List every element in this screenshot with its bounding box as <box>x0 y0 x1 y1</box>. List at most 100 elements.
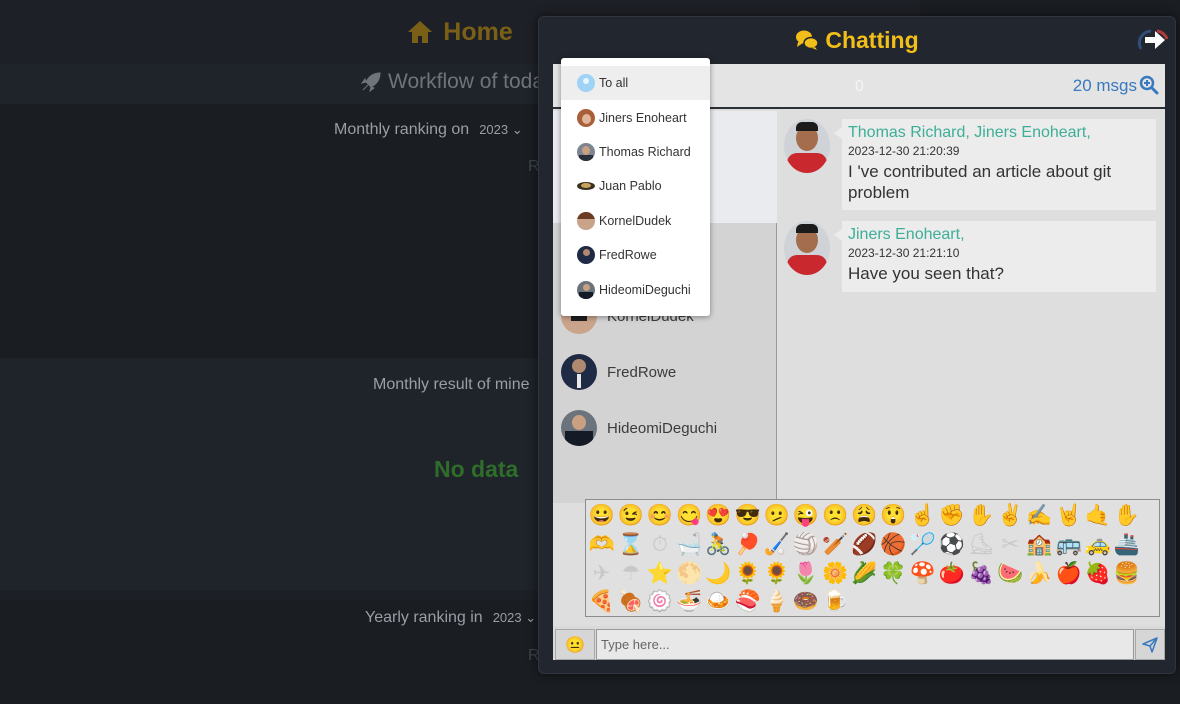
emoji-item[interactable]: ⌛ <box>616 531 645 560</box>
emoji-item[interactable]: 🌷 <box>791 560 820 589</box>
chat-bubbles-icon <box>796 30 820 50</box>
emoji-item[interactable]: 😩 <box>850 502 879 531</box>
emoji-item[interactable]: ⏱ <box>645 531 674 560</box>
emoji-item[interactable]: 🌼 <box>821 560 850 589</box>
emoji-item[interactable]: 🌕 <box>675 560 704 589</box>
emoji-item[interactable]: 🍕 <box>587 588 616 617</box>
emoji-item[interactable]: 🍀 <box>879 560 908 589</box>
emoji-item[interactable]: 🍅 <box>937 560 966 589</box>
message-time: 2023-12-30 21:21:10 <box>848 246 960 260</box>
emoji-item[interactable]: 🍄 <box>908 560 937 589</box>
emoji-item[interactable]: ☝ <box>908 502 937 531</box>
emoji-item[interactable]: ✋ <box>1112 502 1141 531</box>
dropdown-item-label: Thomas Richard <box>599 145 691 159</box>
emoji-item[interactable]: 🏸 <box>908 531 937 560</box>
close-arrow-icon[interactable] <box>1137 25 1171 55</box>
emoji-item[interactable]: 🍎 <box>1054 560 1083 589</box>
dropdown-item-juan-pablo[interactable]: Juan Pablo <box>561 169 710 203</box>
emoji-item[interactable]: 🌙 <box>704 560 733 589</box>
emoji-item[interactable]: 🏓 <box>733 531 762 560</box>
message-area: Thomas Richard, Jiners Enoheart, 2023-12… <box>778 111 1165 503</box>
message-input[interactable] <box>596 629 1134 660</box>
emoji-item[interactable]: 🍜 <box>675 588 704 617</box>
emoji-item[interactable]: 😍 <box>704 502 733 531</box>
send-button[interactable] <box>1135 629 1165 660</box>
emoji-item[interactable]: 🫶 <box>587 531 616 560</box>
emoji-item[interactable]: 😀 <box>587 502 616 531</box>
dropdown-item-thomas-richard[interactable]: Thomas Richard <box>561 135 710 169</box>
dropdown-item-hideomideguchi[interactable]: HideomiDeguchi <box>561 273 710 307</box>
emoji-item[interactable]: 🍖 <box>616 588 645 617</box>
emoji-item[interactable]: 🚴 <box>704 531 733 560</box>
zoom-in-icon[interactable] <box>1139 75 1159 95</box>
emoji-item[interactable]: 🍔 <box>1112 560 1141 589</box>
emoji-item[interactable]: 🍉 <box>996 560 1025 589</box>
emoji-item[interactable]: 😎 <box>733 502 762 531</box>
smiley-icon: 😐 <box>565 636 585 654</box>
avatar <box>577 109 595 127</box>
monthly-ranking-year-select[interactable]: 2023 ⌄ <box>479 122 522 138</box>
emoji-item[interactable]: 🏫 <box>1025 531 1054 560</box>
yearly-ranking-year-select[interactable]: 2023 ⌄ <box>493 610 536 626</box>
emoji-item[interactable]: ✊ <box>937 502 966 531</box>
emoji-item[interactable]: ✍ <box>1025 502 1054 531</box>
emoji-item[interactable]: ⛸ <box>966 531 995 560</box>
avatar <box>577 246 595 264</box>
emoji-item[interactable]: 🚢 <box>1112 531 1141 560</box>
dropdown-item-label: To all <box>599 76 629 90</box>
emoji-item[interactable]: 🙁 <box>821 502 850 531</box>
emoji-item[interactable]: 🤘 <box>1054 502 1083 531</box>
emoji-item[interactable]: ✌ <box>996 502 1025 531</box>
emoji-item[interactable]: 🚕 <box>1083 531 1112 560</box>
emoji-item[interactable]: ✂ <box>996 531 1025 560</box>
dropdown-item-label: FredRowe <box>599 248 657 262</box>
emoji-item[interactable]: 🚌 <box>1054 531 1083 560</box>
message-item: Thomas Richard, Jiners Enoheart, 2023-12… <box>784 119 1156 210</box>
emoji-item[interactable]: ⚽ <box>937 531 966 560</box>
no-data-text: No data <box>434 456 519 482</box>
emoji-item[interactable]: ✈ <box>587 560 616 589</box>
emoji-item[interactable]: ✋ <box>966 502 995 531</box>
message-recipients: Thomas Richard, Jiners Enoheart, <box>848 124 1091 141</box>
emoji-item[interactable]: 😊 <box>645 502 674 531</box>
emoji-item[interactable]: 🍓 <box>1083 560 1112 589</box>
dropdown-item-korneldudek[interactable]: KornelDudek <box>561 204 710 238</box>
emoji-item[interactable]: 🌻 <box>762 560 791 589</box>
dropdown-item-jiners-enoheart[interactable]: Jiners Enoheart <box>561 101 710 135</box>
emoji-item[interactable]: 🍣 <box>733 588 762 617</box>
emoji-item[interactable]: ☂ <box>616 560 645 589</box>
dropdown-item-fredrowe[interactable]: FredRowe <box>561 238 710 272</box>
emoji-item[interactable]: 🌽 <box>850 560 879 589</box>
home-title: Home <box>443 17 513 46</box>
emoji-item[interactable]: 🏈 <box>850 531 879 560</box>
emoji-picker: 😀 😉 😊 😋 😍 😎 🫤 😜 🙁 😩 😲 ☝ ✊ ✋ ✌ ✍ 🤘 🤙 ✋ 🫶 ⌛ ⏱ 🛁 🚴 🏓 🏑 🏐 🏏 🏈 🏀 🏸 ⚽ ⛸ ✂ 🏫 🚌 🚕 🚢 ✈ ☂… <box>585 499 1160 617</box>
emoji-item[interactable]: 🏐 <box>791 531 820 560</box>
emoji-item[interactable]: 🏏 <box>821 531 850 560</box>
emoji-item[interactable]: 🍇 <box>966 560 995 589</box>
emoji-item[interactable]: 😲 <box>879 502 908 531</box>
emoji-item[interactable]: 🍩 <box>791 588 820 617</box>
user-item[interactable]: HideomiDeguchi <box>561 410 717 446</box>
workflow-heading: Workflow of toda <box>360 70 544 94</box>
emoji-item[interactable]: 🍥 <box>645 588 674 617</box>
dropdown-item-to-all[interactable]: To all <box>561 66 710 100</box>
emoji-item[interactable]: 🤙 <box>1083 502 1112 531</box>
user-item[interactable]: FredRowe <box>561 354 676 390</box>
emoji-item[interactable]: ⭐ <box>645 560 674 589</box>
msgs-count[interactable]: 20 msgs <box>1073 76 1137 96</box>
emoji-item[interactable]: 🍌 <box>1025 560 1054 589</box>
emoji-item[interactable]: 🫤 <box>762 502 791 531</box>
emoji-item[interactable]: 🍺 <box>821 588 850 617</box>
home-icon <box>408 21 433 43</box>
emoji-item[interactable]: 🍛 <box>704 588 733 617</box>
emoji-item[interactable]: 😉 <box>616 502 645 531</box>
emoji-item[interactable]: 🌻 <box>733 560 762 589</box>
emoji-item[interactable]: 🏑 <box>762 531 791 560</box>
emoji-item[interactable]: 🛁 <box>675 531 704 560</box>
emoji-item[interactable]: 😜 <box>791 502 820 531</box>
emoji-button[interactable]: 😐 <box>555 629 595 660</box>
emoji-item[interactable]: 😋 <box>675 502 704 531</box>
emoji-item[interactable]: 🏀 <box>879 531 908 560</box>
user-name: HideomiDeguchi <box>607 419 718 437</box>
emoji-item[interactable]: 🍦 <box>762 588 791 617</box>
